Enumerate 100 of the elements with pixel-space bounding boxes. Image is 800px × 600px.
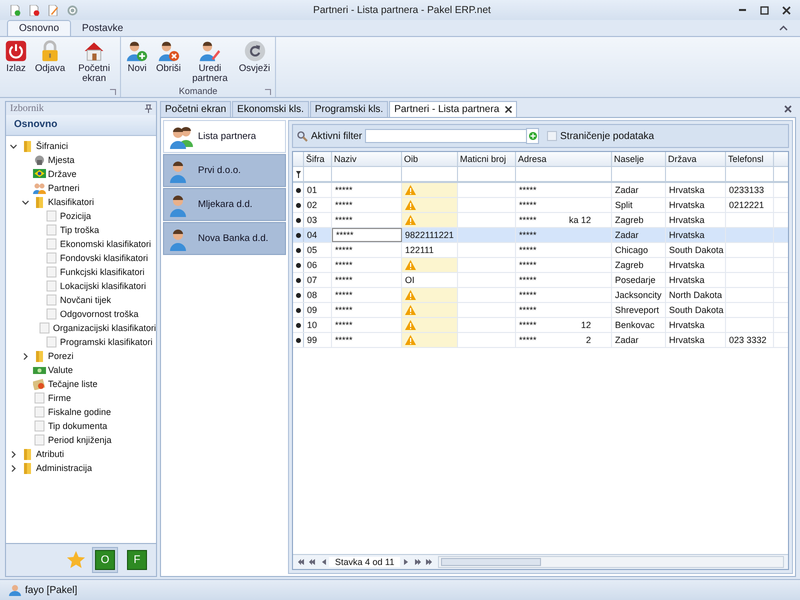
tree-item[interactable]: Firme bbox=[48, 393, 71, 403]
expander-icon[interactable] bbox=[22, 198, 29, 206]
table-row[interactable]: 04 ***** 9822111221 ***** Zadar Hrvatska bbox=[293, 228, 788, 243]
add-icon bbox=[528, 132, 537, 140]
document-tab[interactable]: Ekonomski kls. bbox=[232, 101, 309, 117]
table-row[interactable]: 02 ***** ***** Split Hrvatska 0212221 bbox=[293, 198, 788, 213]
close-icon[interactable] bbox=[505, 106, 512, 113]
table-row[interactable]: 09 ***** ***** Shreveport South Dakota bbox=[293, 303, 788, 318]
column-header[interactable]: Telefonsl bbox=[726, 152, 774, 166]
tree-item[interactable]: Fiskalne godine bbox=[48, 407, 112, 417]
shortcut-button[interactable]: F bbox=[124, 547, 150, 573]
column-header[interactable]: Naziv bbox=[332, 152, 402, 166]
tree-item[interactable]: Ekonomski klasifikatori bbox=[60, 239, 152, 249]
tree-item[interactable]: Valute bbox=[48, 365, 73, 375]
navigator-button[interactable] bbox=[412, 556, 422, 568]
tree-item[interactable]: Tip troška bbox=[60, 225, 100, 235]
tree-item[interactable]: Novčani tijek bbox=[60, 295, 112, 305]
table-cell: 01 bbox=[304, 183, 332, 197]
row-bullet-icon bbox=[296, 232, 300, 238]
column-header[interactable]: Naselje bbox=[612, 152, 666, 166]
table-cell: Shreveport bbox=[612, 303, 666, 317]
ribbon-button[interactable]: Osvježi bbox=[236, 40, 274, 86]
tree-item[interactable]: Odgovornost troška bbox=[60, 309, 139, 319]
tree-item[interactable]: Organizacijski klasifikatori bbox=[52, 323, 156, 333]
document-tab[interactable]: Programski kls. bbox=[310, 101, 388, 117]
close-icon[interactable] bbox=[784, 105, 792, 113]
column-header[interactable]: Šifra bbox=[304, 152, 332, 166]
tree-item[interactable]: Tečajne liste bbox=[48, 379, 98, 389]
table-cell: OI bbox=[405, 274, 415, 286]
delete-document-icon[interactable] bbox=[29, 4, 40, 16]
ribbon-button[interactable]: Odjava bbox=[32, 40, 68, 86]
tree-item[interactable]: Mjesta bbox=[48, 155, 75, 165]
partner-list-item[interactable]: Lista partnera bbox=[163, 120, 286, 153]
table-row[interactable]: 10 ***** ***** 12 Benkovac Hrvatska bbox=[293, 318, 788, 333]
ribbon-button[interactable]: Novi bbox=[123, 40, 152, 86]
tree-item[interactable]: Period knjiženja bbox=[48, 435, 112, 445]
table-row[interactable]: 01 ***** ***** Zadar Hrvatska 0233133 bbox=[293, 183, 788, 198]
horizontal-scrollbar[interactable] bbox=[438, 556, 784, 568]
tree-item[interactable]: Partneri bbox=[48, 183, 80, 193]
table-cell: Zadar bbox=[612, 228, 666, 242]
ribbon-tab[interactable]: Postavke bbox=[71, 21, 134, 36]
shortcut-button[interactable]: O bbox=[92, 547, 118, 573]
tree-item[interactable]: Funkcjski klasifikatori bbox=[60, 267, 145, 277]
document-tab[interactable]: Početni ekran bbox=[160, 101, 232, 117]
row-bullet-icon bbox=[296, 278, 300, 282]
table-cell: ***** bbox=[519, 274, 537, 286]
navigator-button[interactable] bbox=[307, 556, 317, 568]
close-icon bbox=[782, 6, 790, 14]
section-header[interactable]: Osnovno bbox=[6, 115, 156, 136]
page-icon bbox=[45, 252, 58, 264]
column-header[interactable]: Oib bbox=[402, 152, 458, 166]
navigator-button[interactable] bbox=[423, 556, 434, 568]
add-filter-button[interactable] bbox=[526, 128, 540, 144]
table-cell: ***** bbox=[519, 304, 537, 316]
table-cell: ***** bbox=[519, 318, 537, 332]
ribbon-button[interactable]: Izlaz bbox=[2, 40, 30, 86]
filter-field[interactable] bbox=[365, 129, 528, 143]
tree-item[interactable]: Klasifikatori bbox=[48, 197, 94, 207]
paging-checkbox[interactable] bbox=[547, 131, 558, 141]
edit-document-icon[interactable] bbox=[48, 4, 59, 16]
partner-list-item[interactable]: Nova Banka d.d. bbox=[163, 222, 286, 255]
tree-item[interactable]: Države bbox=[48, 169, 77, 179]
page-icon bbox=[38, 322, 51, 334]
expander-icon[interactable] bbox=[10, 142, 17, 150]
ribbon-button[interactable]: Početni ekran bbox=[70, 40, 118, 86]
ribbon-button[interactable]: Uredi partnera bbox=[186, 40, 234, 86]
table-row[interactable]: 05 ***** 122111 ***** Chicago South Dakota bbox=[293, 243, 788, 258]
document-tab[interactable]: Partneri - Lista partnera bbox=[389, 101, 518, 117]
expander-icon[interactable] bbox=[10, 450, 17, 458]
tree-item[interactable]: Tip dokumenta bbox=[48, 421, 108, 431]
tree-item[interactable]: Fondovski klasifikatori bbox=[60, 253, 148, 263]
column-header[interactable]: Država bbox=[666, 152, 726, 166]
table-row[interactable]: 07 ***** OI ***** Posedarje Hrvatska bbox=[293, 273, 788, 288]
ribbon-button[interactable]: Obriši bbox=[153, 40, 184, 86]
dialog-launcher-icon[interactable] bbox=[265, 89, 272, 95]
row-bullet-icon bbox=[296, 248, 300, 252]
column-header[interactable]: Maticni broj bbox=[458, 152, 516, 166]
tree-item[interactable]: Porezi bbox=[48, 351, 74, 361]
partner-list-item[interactable]: Mljekara d.d. bbox=[163, 188, 286, 221]
expander-icon[interactable] bbox=[10, 464, 17, 472]
tree-item[interactable]: Lokacijski klasifikatori bbox=[60, 281, 146, 291]
ribbon-tab[interactable]: Osnovno bbox=[7, 20, 72, 36]
tree-item[interactable]: Pozicija bbox=[60, 211, 92, 221]
dialog-launcher-icon[interactable] bbox=[110, 89, 116, 95]
tree-item[interactable]: Šifranici bbox=[36, 141, 68, 151]
column-header[interactable]: Adresa bbox=[516, 152, 612, 166]
pin-icon[interactable] bbox=[145, 104, 152, 113]
table-row[interactable]: 06 ***** ***** Zagreb Hrvatska bbox=[293, 258, 788, 273]
expander-icon[interactable] bbox=[22, 352, 29, 360]
star-icon[interactable] bbox=[66, 550, 86, 570]
collapse-ribbon-icon[interactable] bbox=[779, 24, 788, 33]
tree-item[interactable]: Atributi bbox=[36, 449, 64, 459]
navigator-button[interactable] bbox=[296, 556, 306, 568]
table-row[interactable]: 99 ***** ***** 2 Zadar Hrvatska 023 3332 bbox=[293, 333, 788, 348]
restore-icon bbox=[760, 6, 768, 14]
tree-item[interactable]: Administracija bbox=[36, 463, 92, 473]
new-document-icon[interactable] bbox=[10, 4, 21, 16]
tree-item[interactable]: Programski klasifikatori bbox=[60, 337, 153, 347]
partner-list-item[interactable]: Prvi d.o.o. bbox=[163, 154, 286, 187]
table-row[interactable]: 08 ***** ***** Jacksoncity North Dakota bbox=[293, 288, 788, 303]
